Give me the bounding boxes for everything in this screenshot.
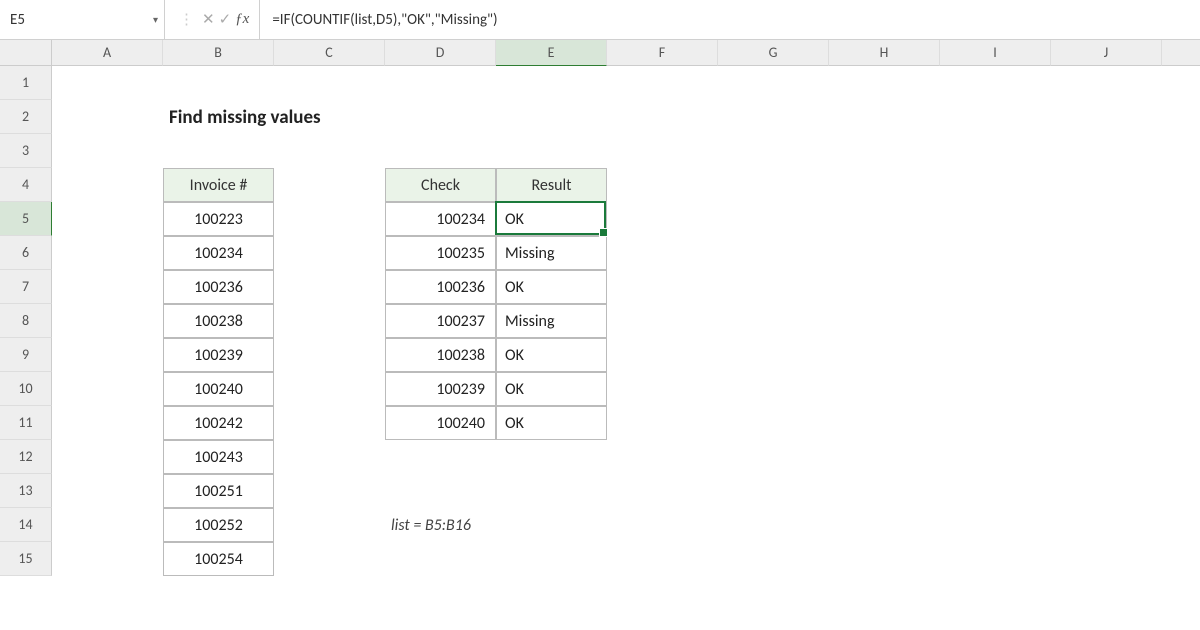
invoice-cell[interactable]: 100239 [163, 338, 274, 372]
invoice-cell[interactable]: 100243 [163, 440, 274, 474]
select-all-corner[interactable] [0, 40, 52, 66]
check-cell[interactable]: 100234 [385, 202, 496, 236]
result-cell[interactable]: OK [496, 202, 607, 236]
row-header[interactable]: 13 [0, 474, 52, 508]
invoice-cell[interactable]: 100234 [163, 236, 274, 270]
check-icon[interactable]: ✓ [219, 10, 232, 29]
column-header[interactable]: D [385, 40, 496, 66]
note-text: list = B5:B16 [385, 508, 496, 542]
check-cell[interactable]: 100238 [385, 338, 496, 372]
row-header[interactable]: 6 [0, 236, 52, 270]
row-header[interactable]: 1 [0, 66, 52, 100]
column-header[interactable]: G [718, 40, 829, 66]
check-cell[interactable]: 100237 [385, 304, 496, 338]
column-header[interactable]: H [829, 40, 940, 66]
row-header[interactable]: 8 [0, 304, 52, 338]
row-header[interactable]: 7 [0, 270, 52, 304]
result-cell[interactable]: Missing [496, 236, 607, 270]
check-header: Check [385, 168, 496, 202]
name-box-value: E5 [10, 11, 25, 29]
row-header[interactable]: 14 [0, 508, 52, 542]
column-header[interactable]: B [163, 40, 274, 66]
chevron-down-icon[interactable]: ▾ [153, 13, 158, 26]
invoice-cell[interactable]: 100254 [163, 542, 274, 576]
name-box[interactable]: E5 ▾ [0, 0, 165, 39]
row-header[interactable]: 3 [0, 134, 52, 168]
check-cell[interactable]: 100240 [385, 406, 496, 440]
page-title: Find missing values [163, 100, 274, 134]
result-cell[interactable]: OK [496, 406, 607, 440]
check-cell[interactable]: 100236 [385, 270, 496, 304]
column-headers: ABCDEFGHIJK [52, 40, 1200, 66]
row-header[interactable]: 12 [0, 440, 52, 474]
row-header[interactable]: 5 [0, 202, 52, 236]
invoice-cell[interactable]: 100223 [163, 202, 274, 236]
invoice-cell[interactable]: 100242 [163, 406, 274, 440]
cancel-icon[interactable]: ✕ [202, 10, 215, 29]
result-header: Result [496, 168, 607, 202]
fx-icon[interactable]: ƒx [235, 11, 249, 28]
column-header[interactable]: K [1162, 40, 1200, 66]
column-header[interactable]: C [274, 40, 385, 66]
row-header[interactable]: 2 [0, 100, 52, 134]
column-header[interactable]: E [496, 40, 607, 66]
formula-input[interactable]: =IF(COUNTIF(list,D5),"OK","Missing") [260, 11, 1200, 29]
result-cell[interactable]: OK [496, 270, 607, 304]
result-cell[interactable]: OK [496, 338, 607, 372]
invoice-cell[interactable]: 100251 [163, 474, 274, 508]
column-header[interactable]: A [52, 40, 163, 66]
row-header[interactable]: 11 [0, 406, 52, 440]
invoice-cell[interactable]: 100236 [163, 270, 274, 304]
invoice-cell[interactable]: 100240 [163, 372, 274, 406]
invoice-header: Invoice # [163, 168, 274, 202]
column-header[interactable]: F [607, 40, 718, 66]
formula-bar-icons: ⋮ ✕ ✓ ƒx [165, 0, 260, 39]
invoice-cell[interactable]: 100252 [163, 508, 274, 542]
row-header[interactable]: 10 [0, 372, 52, 406]
check-cell[interactable]: 100235 [385, 236, 496, 270]
formula-text: =IF(COUNTIF(list,D5),"OK","Missing") [272, 11, 497, 29]
check-cell[interactable]: 100239 [385, 372, 496, 406]
row-headers: 123456789101112131415 [0, 66, 52, 576]
result-cell[interactable]: OK [496, 372, 607, 406]
invoice-cell[interactable]: 100238 [163, 304, 274, 338]
column-header[interactable]: I [940, 40, 1051, 66]
row-header[interactable]: 9 [0, 338, 52, 372]
result-cell[interactable]: Missing [496, 304, 607, 338]
column-header[interactable]: J [1051, 40, 1162, 66]
row-header[interactable]: 4 [0, 168, 52, 202]
row-header[interactable]: 15 [0, 542, 52, 576]
formula-bar: E5 ▾ ⋮ ✕ ✓ ƒx =IF(COUNTIF(list,D5),"OK",… [0, 0, 1200, 40]
